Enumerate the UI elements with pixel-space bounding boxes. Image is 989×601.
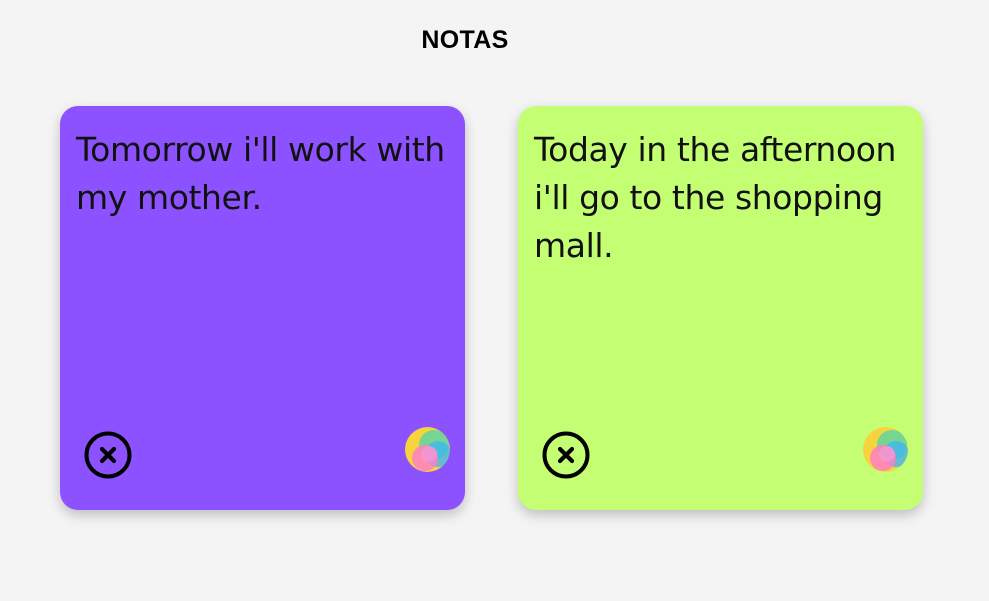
delete-note-button[interactable] [542,431,590,479]
color-palette-icon [863,427,908,472]
note-card: Tomorrow i'll work with my mother. [60,106,465,510]
page-title: NOTAS [421,26,509,54]
close-circle-icon [542,431,590,479]
note-text[interactable]: Today in the afternoon i'll go to the sh… [534,126,909,270]
close-circle-icon [84,431,132,479]
note-text[interactable]: Tomorrow i'll work with my mother. [76,126,451,222]
change-color-button[interactable] [405,427,450,472]
note-card: Today in the afternoon i'll go to the sh… [518,106,923,510]
delete-note-button[interactable] [84,431,132,479]
color-palette-icon [405,427,450,472]
change-color-button[interactable] [863,427,908,472]
